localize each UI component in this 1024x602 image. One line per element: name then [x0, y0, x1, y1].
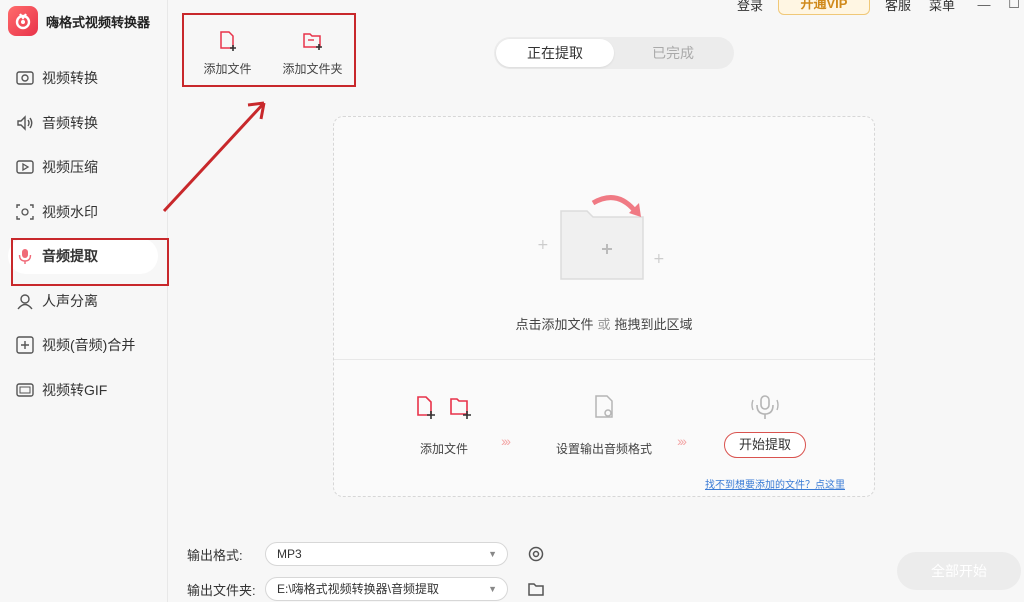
drop-hint-or: 或: [597, 317, 611, 332]
output-format-select[interactable]: MP3 ▼: [265, 542, 508, 566]
extract-mic-icon: [751, 395, 779, 419]
topbar: 登录 开通VIP 客服 菜单 — ☐: [728, 0, 1024, 15]
add-file-icon: [218, 30, 238, 54]
folder-drop-icon: + +: [537, 195, 665, 280]
svg-text:+: +: [653, 251, 665, 267]
sidebar-item-label: 人声分离: [42, 292, 98, 309]
output-format-value: MP3: [277, 547, 302, 561]
output-folder-value: E:\嗨格式视频转换器\音频提取: [277, 582, 440, 596]
app-title: 嗨格式视频转换器: [46, 14, 151, 30]
drop-hint-drag: 拖拽到此区域: [614, 317, 693, 332]
sidebar-item-merge[interactable]: 视频(音频)合并: [8, 327, 158, 363]
sidebar-item-label: 视频转GIF: [42, 381, 108, 398]
drop-area[interactable]: + + 点击添加文件或拖拽到此区域: [334, 117, 874, 359]
chevron-down-icon: ▼: [488, 584, 497, 594]
voice-separate-icon: [14, 290, 36, 312]
drop-hint: 点击添加文件或拖拽到此区域: [334, 314, 874, 333]
open-folder-icon[interactable]: [527, 580, 545, 598]
add-folder-button[interactable]: 添加文件夹: [270, 16, 355, 86]
minimize-icon[interactable]: —: [974, 0, 994, 12]
format-settings-icon: [595, 395, 613, 418]
sidebar-item-label: 视频水印: [42, 203, 98, 220]
tab-done[interactable]: 已完成: [614, 39, 732, 67]
video-compress-icon: [14, 156, 36, 178]
add-file-button[interactable]: 添加文件: [185, 16, 270, 86]
add-file-label: 添加文件: [203, 62, 252, 76]
add-folder-label: 添加文件夹: [282, 62, 343, 76]
brand: 嗨格式视频转换器: [8, 6, 150, 36]
app-logo-icon: [8, 6, 38, 36]
drop-hint-click: 点击添加文件: [515, 317, 594, 332]
add-folder-icon: [302, 30, 324, 54]
maximize-icon[interactable]: ☐: [1004, 0, 1024, 12]
output-folder-label: 输出文件夹:: [187, 582, 256, 598]
video-convert-icon: [14, 67, 36, 89]
sidebar-item-voice-separate[interactable]: 人声分离: [8, 283, 158, 319]
step-arrow-2: ›››: [677, 433, 687, 449]
gif-icon: [14, 379, 36, 401]
sidebar-item-label: 视频(音频)合并: [42, 337, 136, 353]
annotation-arrow: [162, 101, 266, 213]
svg-text:+: +: [537, 237, 549, 253]
sidebar-item-watermark[interactable]: 视频水印: [8, 194, 158, 230]
sidebar: 嗨格式视频转换器 视频转换 音频转换 视频压缩 视频水印 音频提取 人声分离 视…: [0, 0, 168, 602]
output-folder-select[interactable]: E:\嗨格式视频转换器\音频提取 ▼: [265, 577, 508, 601]
toolbar: 添加文件 添加文件夹: [185, 16, 355, 86]
sidebar-item-label: 视频压缩: [42, 159, 98, 175]
drop-zone[interactable]: + + 点击添加文件或拖拽到此区域 添加文件 ››› 设置输出音频格式 ››› …: [333, 116, 875, 497]
sidebar-item-gif[interactable]: 视频转GIF: [8, 372, 158, 408]
add-file-step-icon: [417, 396, 471, 419]
step-add-file: 添加文件: [419, 442, 468, 456]
step-arrow-1: ›››: [501, 433, 511, 449]
start-all-button[interactable]: 全部开始: [897, 552, 1021, 590]
sidebar-item-audio-convert[interactable]: 音频转换: [8, 105, 158, 141]
vip-button[interactable]: 开通VIP: [777, 0, 870, 15]
sidebar-item-label: 音频转换: [42, 114, 98, 131]
service-link[interactable]: 客服: [885, 0, 911, 14]
login-link[interactable]: 登录: [737, 0, 763, 14]
chevron-down-icon: ▼: [488, 549, 497, 559]
menu-link[interactable]: 菜单: [929, 0, 955, 14]
sidebar-item-label: 视频转换: [42, 70, 98, 86]
sidebar-highlight-box: [11, 238, 169, 286]
sidebar-item-video-convert[interactable]: 视频转换: [8, 60, 158, 96]
audio-convert-icon: [14, 112, 36, 134]
merge-icon: [14, 334, 36, 356]
sidebar-item-video-compress[interactable]: 视频压缩: [8, 149, 158, 185]
step-format: 设置输出音频格式: [555, 442, 652, 456]
output-format-row: 输出格式: MP3 ▼: [187, 542, 545, 566]
help-link[interactable]: 找不到想要添加的文件？点这里: [705, 476, 845, 491]
tab-processing[interactable]: 正在提取: [496, 39, 614, 67]
output-folder-row: 输出文件夹: E:\嗨格式视频转换器\音频提取 ▼: [187, 577, 545, 601]
status-tabs: 正在提取 已完成: [494, 37, 734, 69]
watermark-icon: [14, 201, 36, 223]
divider: [334, 359, 874, 360]
settings-gear-icon[interactable]: [527, 545, 545, 563]
start-extract-button[interactable]: 开始提取: [724, 432, 806, 458]
output-format-label: 输出格式:: [187, 547, 243, 563]
